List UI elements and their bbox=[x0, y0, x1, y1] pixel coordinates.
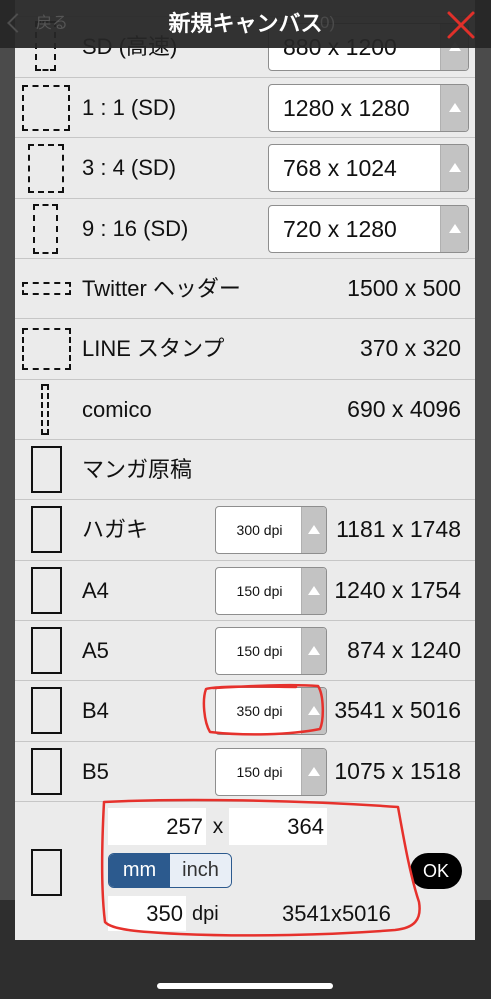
dropdown-arrow-button bbox=[301, 568, 326, 614]
dpi-select[interactable]: 150 dpi bbox=[215, 627, 327, 675]
dashed-canvas-outline-icon bbox=[41, 384, 49, 435]
close-x-icon bbox=[447, 11, 475, 39]
preset-label: Twitter ヘッダー bbox=[82, 276, 241, 301]
preset-row-a5[interactable]: A5 150 dpi 874 x 1240 bbox=[15, 620, 475, 680]
preset-label: comico bbox=[82, 397, 152, 422]
dashed-canvas-outline-icon bbox=[22, 328, 71, 370]
dpi-select-value: 150 dpi bbox=[236, 583, 283, 599]
preset-label: LINE スタンプ bbox=[82, 336, 225, 361]
dimension-separator: x bbox=[212, 815, 224, 838]
dropdown-arrow-icon bbox=[308, 525, 320, 535]
dashed-canvas-outline-icon bbox=[28, 144, 64, 193]
size-select-value: 720 x 1280 bbox=[283, 216, 397, 242]
dashed-canvas-outline-icon bbox=[22, 282, 71, 295]
size-select-value: 1280 x 1280 bbox=[283, 95, 410, 121]
preset-row-custom-size[interactable]: x mm inch dpi 3541x5016 OK bbox=[15, 801, 475, 940]
size-select[interactable]: 768 x 1024 bbox=[268, 144, 469, 192]
solid-canvas-outline-icon bbox=[31, 748, 62, 795]
preset-row-b4[interactable]: B4 350 dpi 3541 x 5016 bbox=[15, 680, 475, 740]
preset-row-postcard[interactable]: ハガキ 300 dpi 1181 x 1748 bbox=[15, 499, 475, 559]
preset-size: 1075 x 1518 bbox=[334, 758, 461, 784]
unit-segmented-control: mm inch bbox=[108, 853, 232, 888]
dropdown-arrow-button bbox=[301, 628, 326, 674]
dpi-select-value: 150 dpi bbox=[236, 764, 283, 780]
dialog-title: 新規キャンバス bbox=[168, 11, 323, 36]
dashed-canvas-outline-icon bbox=[22, 85, 70, 131]
custom-dpi-field[interactable] bbox=[108, 896, 186, 931]
preset-label: 1 : 1 (SD) bbox=[82, 95, 177, 120]
home-indicator bbox=[157, 983, 333, 989]
dropdown-arrow-icon bbox=[308, 646, 320, 656]
dropdown-arrow-button bbox=[440, 85, 468, 131]
preset-label: A4 bbox=[82, 578, 109, 603]
dropdown-arrow-icon bbox=[308, 706, 320, 716]
solid-canvas-outline-icon bbox=[31, 849, 62, 896]
dpi-select[interactable]: 350 dpi bbox=[215, 687, 327, 735]
custom-pixel-size: 3541x5016 bbox=[282, 901, 391, 926]
solid-canvas-outline-icon bbox=[31, 627, 62, 674]
dpi-select-value: 300 dpi bbox=[236, 522, 283, 538]
dropdown-arrow-icon bbox=[448, 163, 461, 173]
dpi-select[interactable]: 150 dpi bbox=[215, 748, 327, 796]
unit-mm-button[interactable]: mm bbox=[109, 854, 170, 887]
preset-row-1-1-sd[interactable]: 1 : 1 (SD) 1280 x 1280 bbox=[15, 77, 475, 137]
preset-size: 1500 x 500 bbox=[347, 275, 461, 301]
preset-size: 3541 x 5016 bbox=[334, 697, 461, 723]
solid-canvas-outline-icon bbox=[31, 567, 62, 614]
dpi-select[interactable]: 300 dpi bbox=[215, 506, 327, 554]
ok-button[interactable]: OK bbox=[410, 853, 462, 889]
solid-canvas-outline-icon bbox=[31, 446, 62, 493]
solid-canvas-outline-icon bbox=[31, 687, 62, 734]
preset-row-b5[interactable]: B5 150 dpi 1075 x 1518 bbox=[15, 741, 475, 801]
preset-size: 690 x 4096 bbox=[347, 396, 461, 422]
dropdown-arrow-button bbox=[440, 145, 468, 191]
preset-row-twitter-header[interactable]: Twitter ヘッダー 1500 x 500 bbox=[15, 258, 475, 318]
preset-label: 9 : 16 (SD) bbox=[82, 216, 189, 241]
dropdown-arrow-button bbox=[440, 206, 468, 252]
preset-row-manga-manuscript[interactable]: マンガ原稿 bbox=[15, 439, 475, 499]
title-bar: 戻る 0) 新規キャンバス bbox=[0, 0, 491, 48]
canvas-preset-list[interactable]: SD (高速) 880 x 1200 1 : 1 (SD) 1280 x 128… bbox=[15, 0, 475, 940]
preset-row-a4[interactable]: A4 150 dpi 1240 x 1754 bbox=[15, 560, 475, 620]
dpi-select-value: 350 dpi bbox=[236, 703, 283, 719]
preset-row-line-stamp[interactable]: LINE スタンプ 370 x 320 bbox=[15, 318, 475, 378]
dropdown-arrow-icon bbox=[448, 224, 461, 234]
size-select-value: 768 x 1024 bbox=[283, 155, 397, 181]
custom-height-field[interactable] bbox=[229, 808, 327, 845]
preset-label: 3 : 4 (SD) bbox=[82, 155, 177, 180]
dpi-unit-label: dpi bbox=[192, 903, 219, 925]
dropdown-arrow-button bbox=[301, 688, 326, 734]
dropdown-arrow-icon bbox=[448, 103, 461, 113]
close-button[interactable] bbox=[444, 8, 478, 42]
dpi-select-value: 150 dpi bbox=[236, 643, 283, 659]
dropdown-arrow-button bbox=[301, 507, 326, 553]
preset-size: 1240 x 1754 bbox=[334, 577, 461, 603]
preset-row-9-16-sd[interactable]: 9 : 16 (SD) 720 x 1280 bbox=[15, 198, 475, 258]
size-select[interactable]: 720 x 1280 bbox=[268, 205, 469, 253]
size-select[interactable]: 1280 x 1280 bbox=[268, 84, 469, 132]
preset-label: B4 bbox=[82, 698, 109, 723]
dashed-canvas-outline-icon bbox=[33, 204, 58, 254]
dpi-select[interactable]: 150 dpi bbox=[215, 567, 327, 615]
preset-size: 1181 x 1748 bbox=[336, 516, 461, 542]
unit-inch-button[interactable]: inch bbox=[170, 854, 231, 887]
preset-row-3-4-sd[interactable]: 3 : 4 (SD) 768 x 1024 bbox=[15, 137, 475, 197]
preset-size: 370 x 320 bbox=[359, 335, 461, 361]
preset-label: マンガ原稿 bbox=[82, 457, 193, 482]
solid-canvas-outline-icon bbox=[31, 506, 62, 553]
preset-label: B5 bbox=[82, 759, 109, 784]
preset-label: A5 bbox=[82, 638, 109, 663]
dropdown-arrow-button bbox=[301, 749, 326, 795]
preset-row-comico[interactable]: comico 690 x 4096 bbox=[15, 379, 475, 439]
dropdown-arrow-icon bbox=[308, 767, 320, 777]
preset-label: ハガキ bbox=[82, 517, 149, 542]
preset-size: 874 x 1240 bbox=[347, 637, 461, 663]
custom-width-field[interactable] bbox=[108, 808, 206, 845]
dropdown-arrow-icon bbox=[308, 586, 320, 596]
